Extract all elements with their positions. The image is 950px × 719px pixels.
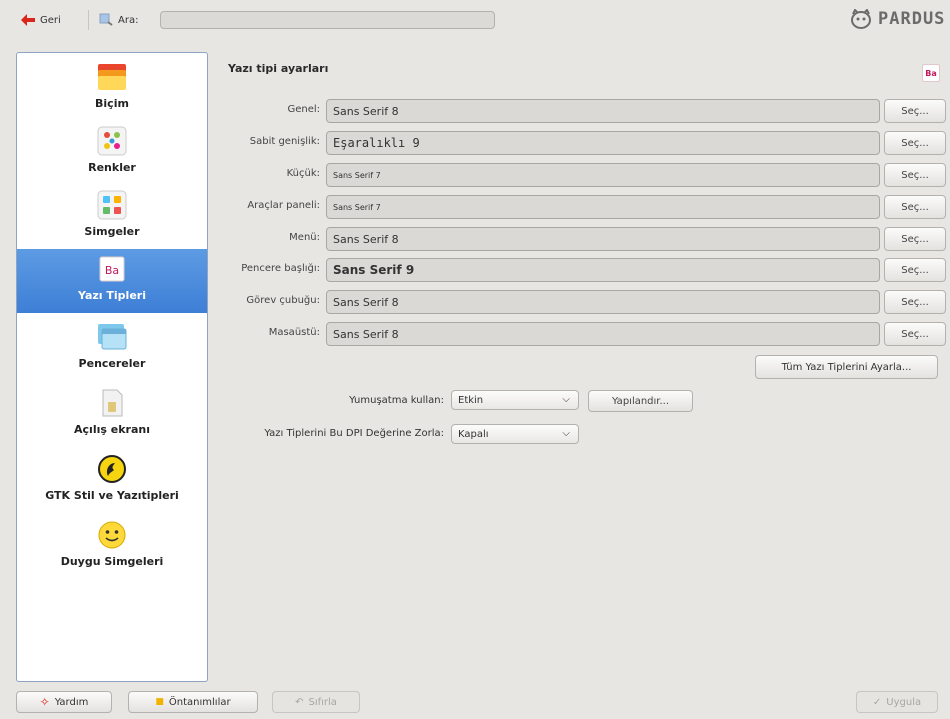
font-row-gorev-cubugu: Görev çubuğu: Sans Serif 8 Seç...: [210, 290, 950, 314]
sidebar-item-pencereler[interactable]: Pencereler: [17, 317, 207, 381]
sidebar-item-label: Pencereler: [78, 357, 146, 370]
font-row-label: Küçük:: [286, 168, 320, 179]
reset-button-label: Sıfırla: [308, 696, 337, 708]
defaults-button-label: Öntanımlılar: [168, 696, 231, 708]
defaults-button[interactable]: ■ Öntanımlılar: [128, 691, 258, 713]
sidebar-item-label: Duygu Simgeleri: [60, 555, 164, 568]
font-value-field: Sans Serif 8: [326, 99, 880, 123]
font-row-pencere-basligi: Pencere başlığı: Sans Serif 9 Seç...: [210, 258, 950, 282]
help-button-label: Yardım: [54, 696, 89, 708]
emoticons-icon: [95, 519, 129, 551]
sidebar-item-duygu-simgeleri[interactable]: Duygu Simgeleri: [17, 515, 207, 579]
search-input[interactable]: [160, 11, 495, 29]
dpi-label: Yazı Tiplerini Bu DPI Değerine Zorla:: [264, 428, 444, 439]
toolbar: Geri Ara: PARDUS: [0, 0, 950, 40]
fonts-help-icon: Ba: [922, 64, 940, 82]
section-title: Yazı tipi ayarları: [228, 62, 329, 75]
choose-font-button[interactable]: Seç...: [884, 131, 946, 155]
help-icon: ✧: [39, 695, 50, 709]
apply-button-label: Uygula: [886, 696, 922, 708]
sidebar-item-yazi-tipleri[interactable]: Ba Yazı Tipleri: [17, 249, 207, 313]
choose-font-button[interactable]: Seç...: [884, 227, 946, 251]
apply-icon: ✓: [872, 696, 882, 708]
back-button-label: Geri: [40, 14, 61, 26]
back-arrow-icon: [20, 13, 36, 27]
sidebar-item-bicim[interactable]: Biçim: [17, 57, 207, 121]
font-row-genel: Genel: Sans Serif 8 Seç...: [210, 99, 950, 123]
font-row-sabit-genislik: Sabit genişlik: Eşaralıklı 9 Seç...: [210, 131, 950, 155]
font-row-label: Araçlar paneli:: [247, 200, 320, 211]
font-row-label: Pencere başlığı:: [241, 263, 320, 274]
chevron-down-icon: ⌵: [562, 394, 570, 405]
choose-font-button[interactable]: Seç...: [884, 258, 946, 282]
font-value-field: Sans Serif 7: [326, 195, 880, 219]
antialias-select[interactable]: Etkin ⌵: [451, 390, 579, 410]
choose-font-button[interactable]: Seç...: [884, 290, 946, 314]
font-value-field: Sans Serif 8: [326, 227, 880, 251]
sidebar-item-label: Biçim: [95, 97, 129, 110]
back-button[interactable]: Geri: [20, 10, 61, 30]
reset-button[interactable]: ↶ Sıfırla: [272, 691, 360, 713]
font-row-label: Menü:: [289, 232, 320, 243]
font-row-label: Genel:: [287, 104, 320, 115]
dpi-value: Kapalı: [458, 428, 489, 440]
toolbar-separator: [88, 10, 89, 30]
font-value-field: Eşaralıklı 9: [326, 131, 880, 155]
search-label: Ara:: [118, 14, 139, 26]
help-button[interactable]: ✧ Yardım: [16, 691, 112, 713]
adjust-all-fonts-button[interactable]: Tüm Yazı Tiplerini Ayarla...: [755, 355, 938, 379]
sidebar-item-gtk[interactable]: GTK Stil ve Yazıtipleri: [17, 449, 207, 513]
reset-icon: ↶: [295, 696, 304, 708]
antialias-label: Yumuşatma kullan:: [349, 395, 444, 406]
format-icon: [95, 61, 129, 93]
sidebar-item-acilis-ekrani[interactable]: Açılış ekranı: [17, 383, 207, 447]
font-row-kucuk: Küçük: Sans Serif 7 Seç...: [210, 163, 950, 187]
logo-text: PARDUS: [878, 9, 946, 29]
font-value-field: Sans Serif 7: [326, 163, 880, 187]
choose-font-button[interactable]: Seç...: [884, 99, 946, 123]
sidebar-item-label: Renkler: [88, 161, 136, 174]
sidebar-item-label: Simgeler: [84, 225, 140, 238]
splash-screen-icon: [95, 387, 129, 419]
chevron-down-icon: ⌵: [562, 428, 570, 439]
svg-text:Ba: Ba: [105, 264, 119, 277]
configure-button[interactable]: Yapılandır...: [588, 390, 693, 412]
font-row-label: Görev çubuğu:: [246, 295, 320, 306]
font-row-menu: Menü: Sans Serif 8 Seç...: [210, 227, 950, 251]
sidebar: Biçim Renkler Simgeler Ba Yazı Tipleri P…: [16, 52, 208, 682]
dpi-select[interactable]: Kapalı ⌵: [451, 424, 579, 444]
font-row-araclar-paneli: Araçlar paneli: Sans Serif 7 Seç...: [210, 195, 950, 219]
defaults-icon: ■: [155, 697, 164, 707]
antialias-value: Etkin: [458, 394, 484, 406]
font-row-masaustu: Masaüstü: Sans Serif 8 Seç...: [210, 322, 950, 346]
gtk-icon: [95, 453, 129, 485]
sidebar-item-renkler[interactable]: Renkler: [17, 121, 207, 185]
icons-icon: [95, 189, 129, 221]
sidebar-item-simgeler[interactable]: Simgeler: [17, 185, 207, 249]
choose-font-button[interactable]: Seç...: [884, 322, 946, 346]
font-row-label: Masaüstü:: [268, 327, 320, 338]
choose-font-button[interactable]: Seç...: [884, 163, 946, 187]
font-value-field: Sans Serif 8: [326, 290, 880, 314]
colors-icon: [95, 125, 129, 157]
pardus-cat-icon: [851, 9, 871, 29]
font-row-label: Sabit genişlik:: [249, 136, 320, 147]
search-label-button: Ara:: [98, 10, 138, 30]
pardus-logo: PARDUS: [850, 6, 945, 32]
sidebar-item-label: GTK Stil ve Yazıtipleri: [45, 489, 179, 502]
sidebar-item-label: Yazı Tipleri: [78, 289, 146, 302]
windows-icon: [95, 321, 129, 353]
font-value-field: Sans Serif 9: [326, 258, 880, 282]
search-icon: [98, 12, 114, 29]
sidebar-item-label: Açılış ekranı: [74, 423, 150, 436]
font-value-field: Sans Serif 8: [326, 322, 880, 346]
choose-font-button[interactable]: Seç...: [884, 195, 946, 219]
fonts-icon: Ba: [95, 253, 129, 285]
apply-button[interactable]: ✓ Uygula: [856, 691, 938, 713]
